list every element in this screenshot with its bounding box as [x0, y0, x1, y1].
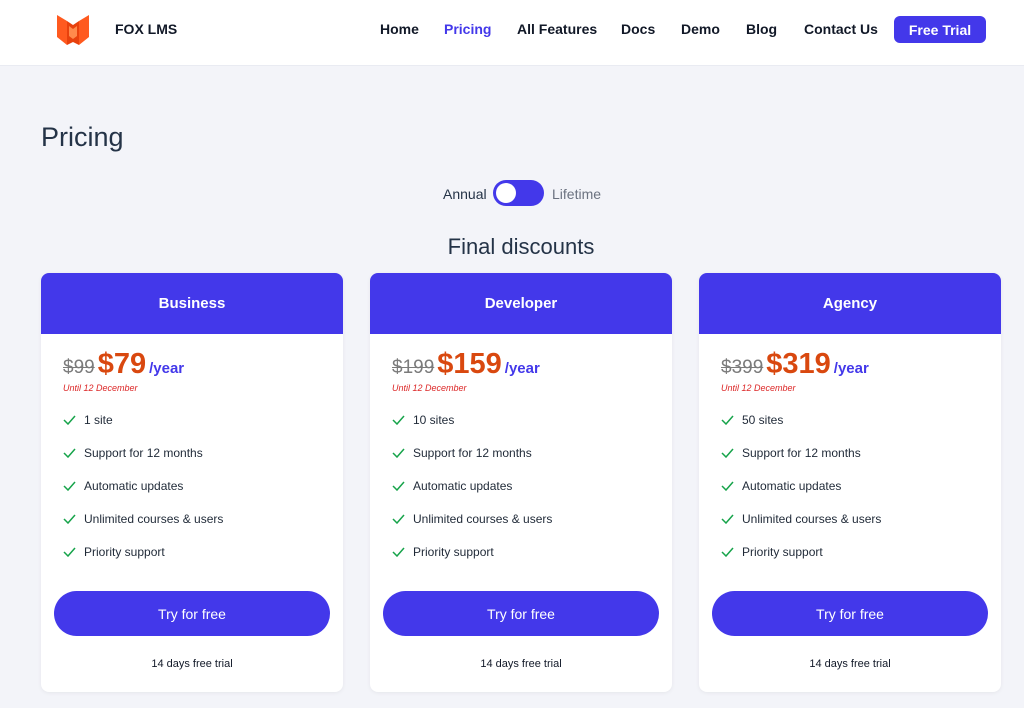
- feature-item: Unlimited courses & users: [721, 511, 881, 527]
- check-icon: [392, 448, 405, 458]
- section-title: Final discounts: [447, 234, 595, 259]
- new-price: $159: [437, 348, 502, 380]
- plan-card-developer: Developer $199 $159/year Until 12 Decembe…: [370, 273, 672, 692]
- plan-name: Agency: [699, 273, 1001, 334]
- check-icon: [63, 448, 76, 458]
- trial-note: 14 days free trial: [480, 658, 562, 670]
- try-for-free-button[interactable]: Try for free: [54, 591, 330, 636]
- plan-name: Developer: [370, 273, 672, 334]
- old-price: $199: [392, 357, 435, 378]
- discount-deadline: Until 12 December: [721, 383, 796, 393]
- price-row: $399 $319/year: [721, 348, 869, 381]
- nav-home[interactable]: Home: [380, 21, 419, 37]
- check-icon: [721, 547, 734, 557]
- check-icon: [63, 547, 76, 557]
- feature-item: Support for 12 months: [63, 445, 203, 461]
- toggle-label-lifetime[interactable]: Lifetime: [552, 186, 601, 202]
- trial-note: 14 days free trial: [151, 658, 233, 670]
- price-period: /year: [833, 360, 869, 377]
- plan-card-agency: Agency $399 $319/year Until 12 December 5…: [699, 273, 1001, 692]
- site-header: FOX LMS Home Pricing All Features Docs D…: [0, 0, 1024, 66]
- check-icon: [392, 415, 405, 425]
- feature-item: Priority support: [721, 544, 823, 560]
- page-title: Pricing: [41, 122, 124, 152]
- check-icon: [63, 514, 76, 524]
- price-period: /year: [504, 360, 540, 377]
- discount-deadline: Until 12 December: [63, 383, 138, 393]
- check-icon: [721, 448, 734, 458]
- check-icon: [721, 514, 734, 524]
- brand-name[interactable]: FOX LMS: [115, 21, 177, 37]
- price-row: $99 $79/year: [63, 348, 184, 381]
- check-icon: [392, 481, 405, 491]
- check-icon: [721, 415, 734, 425]
- billing-period-switch[interactable]: [493, 180, 544, 206]
- nav-blog[interactable]: Blog: [746, 21, 777, 37]
- price-period: /year: [149, 360, 185, 377]
- discount-deadline: Until 12 December: [392, 383, 467, 393]
- feature-item: 10 sites: [392, 412, 454, 428]
- feature-label: Unlimited courses & users: [413, 512, 553, 526]
- feature-item: Support for 12 months: [392, 445, 532, 461]
- feature-label: 1 site: [84, 413, 113, 427]
- price-row: $199 $159/year: [392, 348, 540, 381]
- nav-docs[interactable]: Docs: [621, 21, 655, 37]
- feature-label: Automatic updates: [84, 479, 184, 493]
- feature-label: Priority support: [742, 545, 823, 559]
- feature-item: Automatic updates: [721, 478, 841, 494]
- check-icon: [63, 481, 76, 491]
- feature-item: 50 sites: [721, 412, 783, 428]
- new-price: $79: [97, 348, 147, 380]
- feature-item: Support for 12 months: [721, 445, 861, 461]
- fox-logo-icon[interactable]: [54, 12, 92, 46]
- switch-knob: [496, 183, 516, 203]
- old-price: $399: [721, 357, 764, 378]
- check-icon: [392, 514, 405, 524]
- trial-note: 14 days free trial: [809, 658, 891, 670]
- nav-contact-us[interactable]: Contact Us: [804, 21, 878, 37]
- check-icon: [721, 481, 734, 491]
- nav-all-features[interactable]: All Features: [517, 21, 597, 37]
- free-trial-button[interactable]: Free Trial: [894, 16, 986, 43]
- new-price: $319: [766, 348, 831, 380]
- feature-label: Support for 12 months: [742, 446, 861, 460]
- feature-label: Support for 12 months: [84, 446, 203, 460]
- try-for-free-button[interactable]: Try for free: [712, 591, 988, 636]
- nav-pricing[interactable]: Pricing: [444, 21, 491, 37]
- feature-item: Automatic updates: [63, 478, 183, 494]
- feature-item: Priority support: [392, 544, 494, 560]
- feature-label: Unlimited courses & users: [84, 512, 224, 526]
- toggle-label-annual[interactable]: Annual: [443, 186, 487, 202]
- feature-label: Automatic updates: [742, 479, 842, 493]
- feature-label: Priority support: [413, 545, 494, 559]
- feature-item: Unlimited courses & users: [63, 511, 223, 527]
- feature-item: 1 site: [63, 412, 113, 428]
- plan-name: Business: [41, 273, 343, 334]
- feature-label: 50 sites: [742, 413, 784, 427]
- feature-item: Priority support: [63, 544, 165, 560]
- feature-label: Support for 12 months: [413, 446, 532, 460]
- feature-label: Automatic updates: [413, 479, 513, 493]
- feature-item: Unlimited courses & users: [392, 511, 552, 527]
- nav-demo[interactable]: Demo: [681, 21, 720, 37]
- plan-card-business: Business $99 $79/year Until 12 December 1…: [41, 273, 343, 692]
- billing-toggle: Annual Lifetime: [0, 180, 1024, 206]
- check-icon: [392, 547, 405, 557]
- feature-item: Automatic updates: [392, 478, 512, 494]
- feature-label: 10 sites: [413, 413, 455, 427]
- old-price: $99: [63, 357, 95, 378]
- feature-label: Unlimited courses & users: [742, 512, 882, 526]
- feature-label: Priority support: [84, 545, 165, 559]
- check-icon: [63, 415, 76, 425]
- try-for-free-button[interactable]: Try for free: [383, 591, 659, 636]
